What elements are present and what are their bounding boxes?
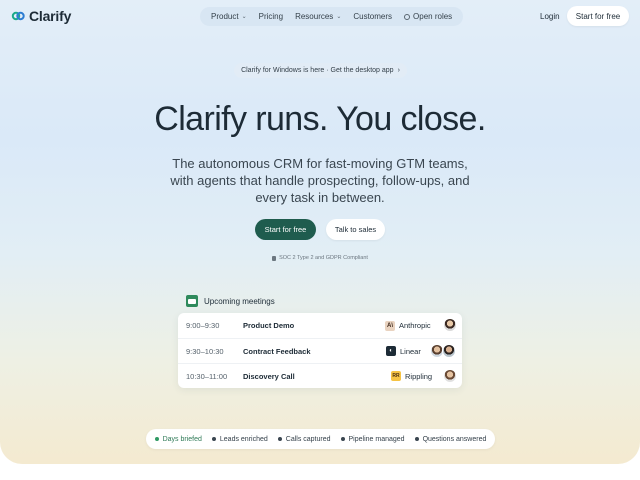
company-name: Rippling xyxy=(405,371,433,381)
feature-pills: Days briefed Leads enriched Calls captur… xyxy=(146,429,495,449)
dot-icon xyxy=(414,437,419,441)
pill-pipeline-managed[interactable]: Pipeline managed xyxy=(340,435,405,443)
chevron-down-icon: ⌄ xyxy=(241,14,247,20)
meeting-row[interactable]: 10:30–11:00 Discovery Call RR Rippling xyxy=(178,363,462,388)
nav-item-open-roles[interactable]: Open roles xyxy=(398,12,458,21)
meetings-card: 9:00–9:30 Product Demo A\ Anthropic 9:30… xyxy=(178,313,462,388)
nav-item-label: Pricing xyxy=(258,12,284,21)
circle-icon xyxy=(404,13,411,20)
nav-item-label: Resources xyxy=(295,12,334,21)
linear-logo-icon: ◐ xyxy=(386,346,396,356)
hero-headline: Clarify runs. You close. xyxy=(154,100,486,138)
avatar xyxy=(443,369,457,383)
avatar xyxy=(442,344,456,358)
clarify-logo-icon xyxy=(11,11,25,21)
pill-questions-answered[interactable]: Questions answered xyxy=(414,435,487,443)
chevron-down-icon: ⌄ xyxy=(336,14,342,20)
nav-item-label: Customers xyxy=(353,12,393,21)
meeting-time: 9:30–10:30 xyxy=(186,346,224,356)
meetings-header: Upcoming meetings xyxy=(186,295,275,307)
rippling-logo-icon: RR xyxy=(391,371,401,381)
brand-logo[interactable]: Clarify xyxy=(11,8,71,24)
company-name: Linear xyxy=(400,346,421,356)
dot-icon xyxy=(340,437,345,441)
meeting-row[interactable]: 9:30–10:30 Contract Feedback ◐ Linear xyxy=(178,338,462,363)
nav-item-label: Product xyxy=(211,12,239,21)
pill-calls-captured[interactable]: Calls captured xyxy=(277,435,331,443)
announcement-banner[interactable]: Clarify for Windows is here · Get the de… xyxy=(234,63,407,78)
dot-icon xyxy=(154,437,159,441)
announcement-text: Clarify for Windows is here · Get the de… xyxy=(241,67,394,74)
meeting-name: Contract Feedback xyxy=(243,346,311,356)
meeting-name: Discovery Call xyxy=(243,371,295,381)
chevron-right-icon: › xyxy=(397,67,400,74)
nav-item-label: Open roles xyxy=(413,12,453,21)
dot-icon xyxy=(277,437,282,441)
meeting-company: A\ Anthropic xyxy=(385,320,431,331)
meeting-company: RR Rippling xyxy=(391,371,432,381)
talk-to-sales-button[interactable]: Talk to sales xyxy=(326,219,385,240)
login-link[interactable]: Login xyxy=(540,12,560,21)
nav-item-resources[interactable]: Resources ⌄ xyxy=(289,12,347,21)
hero-subline: The autonomous CRM for fast-moving GTM t… xyxy=(170,156,470,205)
pill-label: Days briefed xyxy=(162,435,202,443)
compliance-text: SOC 2 Type 2 and GDPR Compliant xyxy=(279,255,368,261)
lock-icon xyxy=(272,255,277,261)
start-free-header-button[interactable]: Start for free xyxy=(567,6,629,26)
calendar-icon xyxy=(186,295,198,307)
pill-label: Questions answered xyxy=(422,435,487,443)
brand-name: Clarify xyxy=(29,8,72,24)
avatar xyxy=(443,318,457,332)
anthropic-logo-icon: A\ xyxy=(385,320,395,331)
dot-icon xyxy=(211,437,216,441)
meeting-name: Product Demo xyxy=(243,321,295,330)
pill-days-briefed[interactable]: Days briefed xyxy=(154,435,202,443)
pill-label: Calls captured xyxy=(285,435,331,443)
main-nav: Product ⌄ Pricing Resources ⌄ Customers … xyxy=(200,7,464,26)
meetings-title: Upcoming meetings xyxy=(204,296,275,306)
pill-label: Pipeline managed xyxy=(348,435,405,443)
pill-label: Leads enriched xyxy=(219,435,268,443)
meeting-company: ◐ Linear xyxy=(386,346,421,356)
meeting-time: 9:00–9:30 xyxy=(186,321,220,330)
nav-item-product[interactable]: Product ⌄ xyxy=(205,12,253,21)
start-free-button[interactable]: Start for free xyxy=(255,219,316,240)
nav-item-customers[interactable]: Customers xyxy=(347,12,398,21)
compliance-note: SOC 2 Type 2 and GDPR Compliant xyxy=(0,255,640,261)
pill-leads-enriched[interactable]: Leads enriched xyxy=(211,435,268,443)
nav-item-pricing[interactable]: Pricing xyxy=(253,12,289,21)
company-name: Anthropic xyxy=(399,321,431,330)
meeting-time: 10:30–11:00 xyxy=(186,371,228,381)
meeting-row[interactable]: 9:00–9:30 Product Demo A\ Anthropic xyxy=(178,313,462,338)
